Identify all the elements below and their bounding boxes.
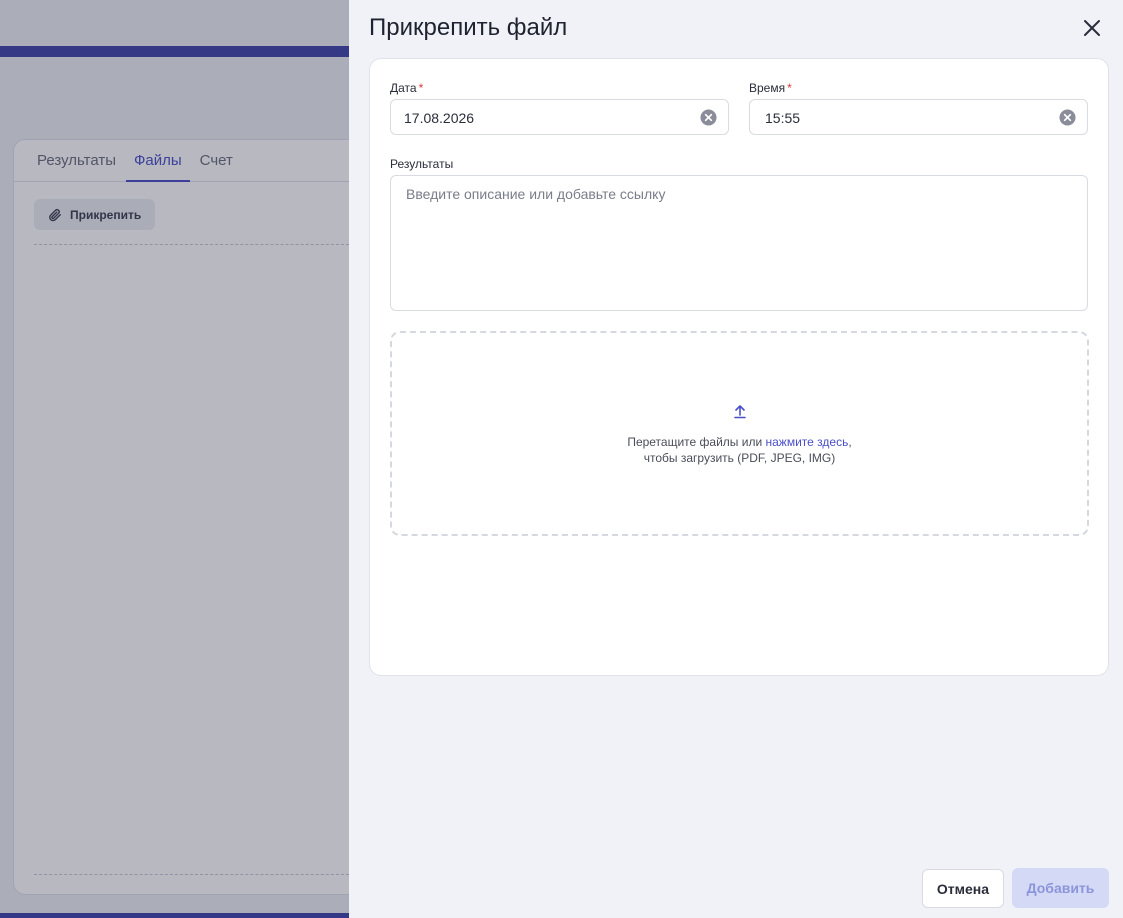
time-value: 15:55 <box>765 110 801 126</box>
required-mark: * <box>787 81 792 95</box>
date-field[interactable]: 17.08.2026 <box>390 99 729 135</box>
clear-icon[interactable] <box>700 109 717 126</box>
dropzone-line-2: чтобы загрузить (PDF, JPEG, IMG) <box>643 451 836 465</box>
click-here-link[interactable]: нажмите здесь <box>766 435 849 449</box>
attach-file-drawer: Прикрепить файл Дата * 17.08.2026 Время * … <box>349 0 1123 918</box>
form-card: Дата * 17.08.2026 Время * 15:55 Результаты… <box>369 58 1109 676</box>
add-button[interactable]: Добавить <box>1012 868 1109 908</box>
close-icon <box>1084 20 1100 36</box>
file-dropzone[interactable]: Перетащите файлы или нажмите здесь, чтоб… <box>390 331 1089 536</box>
results-label: Результаты <box>390 157 454 171</box>
time-field[interactable]: 15:55 <box>749 99 1088 135</box>
required-mark: * <box>418 81 424 95</box>
results-textarea[interactable]: Введите описание или добавьте ссылку <box>390 175 1088 311</box>
dropzone-text: Перетащите файлы или нажмите здесь, чтоб… <box>392 434 1087 466</box>
dropzone-line-1: Перетащите файлы или нажмите здесь, <box>627 435 852 449</box>
date-label: Дата * <box>390 81 424 95</box>
time-label: Время * <box>749 81 792 95</box>
cancel-button[interactable]: Отмена <box>922 869 1004 908</box>
drawer-title: Прикрепить файл <box>369 14 568 41</box>
close-button[interactable] <box>1079 15 1105 41</box>
upload-icon <box>734 405 746 419</box>
clear-icon[interactable] <box>1059 109 1076 126</box>
date-value: 17.08.2026 <box>404 110 475 126</box>
